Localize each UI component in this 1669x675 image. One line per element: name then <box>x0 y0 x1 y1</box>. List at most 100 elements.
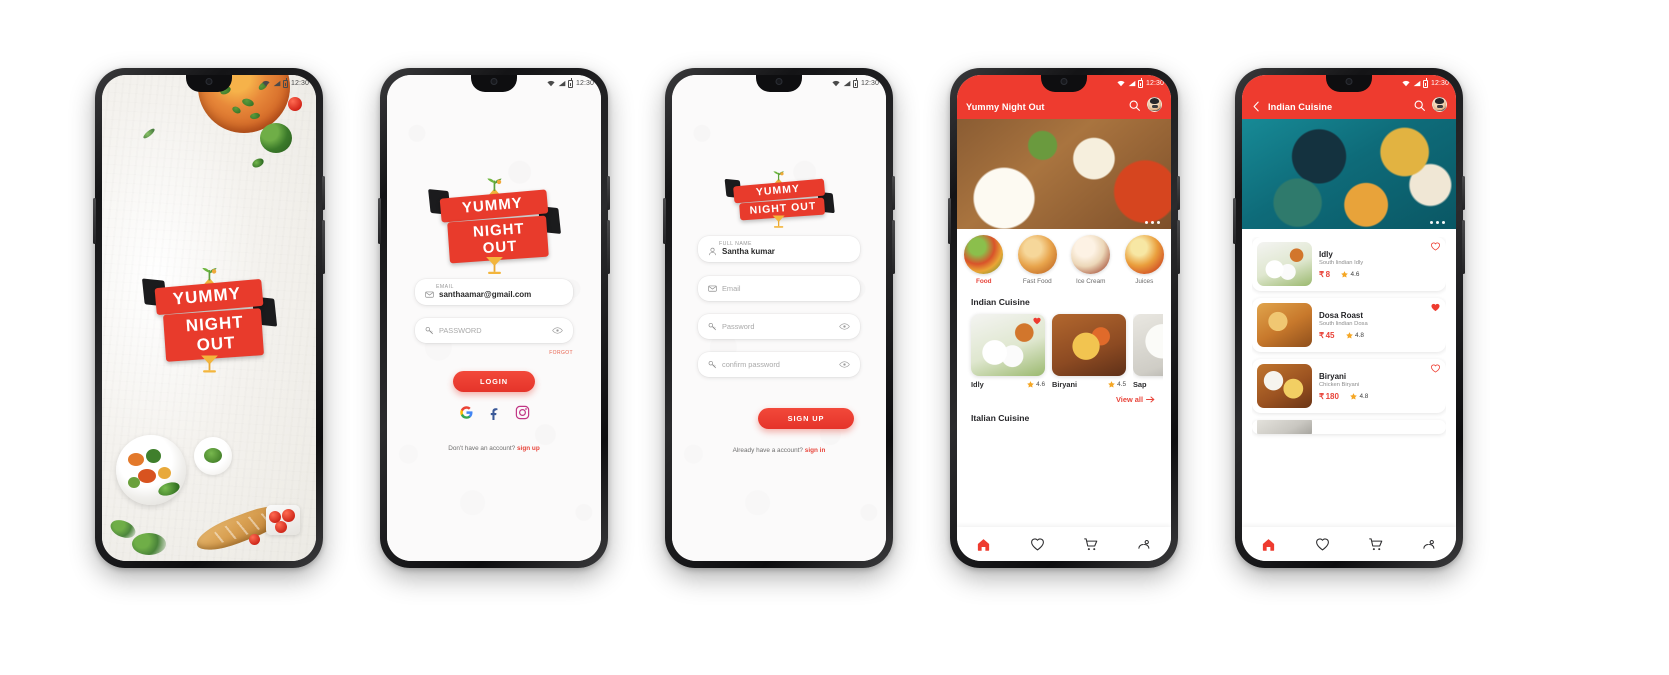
status-time: 12:30 <box>575 80 594 87</box>
carousel-dots[interactable] <box>1144 220 1160 224</box>
signal-icon <box>1413 80 1421 87</box>
wifi-icon <box>1117 80 1126 87</box>
phone-side-button <box>948 198 951 244</box>
indian-cuisine-section: Indian Cuisine Idly 4.6 Biryani 4.5 Sap … <box>971 297 1171 423</box>
status-time: 12:30 <box>1430 80 1449 87</box>
wifi-icon <box>1402 80 1411 87</box>
password-field[interactable]: Password <box>698 314 860 339</box>
food-card-biryani[interactable]: Biryani 4.5 <box>1052 314 1126 389</box>
category-row: Food Fast Food Ice Cream Juices <box>957 229 1171 295</box>
heart-icon[interactable] <box>1431 303 1440 312</box>
phone-mockup-login: 12:30 YUMMY NIGHT OUT EMAIL santhaamar@g… <box>378 68 610 568</box>
page-title: Indian Cuisine <box>1268 102 1333 112</box>
phone-side-button <box>378 198 381 244</box>
forgot-password-link[interactable]: FORGOT <box>549 350 573 356</box>
google-icon[interactable] <box>459 405 474 420</box>
hero-banner[interactable] <box>1242 119 1456 229</box>
list-item[interactable]: Dosa Roast South lindian Dosa ₹ 45 4.8 <box>1252 298 1446 352</box>
cart-icon[interactable] <box>1368 537 1383 552</box>
screenshot-canvas: 12:30 YUMMY NIGHT OUT 12:30 YUMMY NIGHT … <box>0 0 1669 675</box>
avatar[interactable] <box>1147 97 1162 112</box>
phone-mockup-home: Yummy Night Out 12:30 Food Fast Food Ice… <box>948 68 1180 568</box>
profile-icon[interactable] <box>1137 537 1152 552</box>
food-list[interactable]: Idly South lindian Idly ₹ 8 4.6 Dosa Roa… <box>1252 237 1446 527</box>
back-arrow-icon[interactable] <box>1251 101 1262 112</box>
currency-symbol: ₹ <box>1319 330 1325 340</box>
facebook-icon[interactable] <box>487 405 502 420</box>
password-field[interactable]: PASSWORD <box>415 318 573 343</box>
confirm-password-field[interactable]: confirm password <box>698 352 860 377</box>
food-card-idly[interactable]: Idly 4.6 <box>971 314 1045 389</box>
item-rating-value: 4.8 <box>1355 331 1364 339</box>
home-icon[interactable] <box>1261 537 1276 552</box>
email-field[interactable]: Email <box>698 276 860 301</box>
category-ice-cream-image <box>1071 235 1111 274</box>
search-icon[interactable] <box>1413 99 1426 112</box>
heart-icon[interactable] <box>1315 537 1330 552</box>
login-button[interactable]: LOGIN <box>453 371 535 392</box>
view-all-link[interactable]: View all <box>971 395 1171 404</box>
indian-cuisine-cards: Idly 4.6 Biryani 4.5 Sap <box>971 314 1171 389</box>
carousel-dots[interactable] <box>1429 220 1445 224</box>
item-price: ₹ 45 <box>1319 331 1335 340</box>
category-fast-food[interactable]: Fast Food <box>1015 235 1059 285</box>
fullname-field[interactable]: FULL NAME Santha kumar <box>698 236 860 262</box>
list-item[interactable]: Idly South lindian Idly ₹ 8 4.6 <box>1252 237 1446 291</box>
category-juices-label: Juices <box>1135 278 1154 285</box>
item-price-value: 45 <box>1325 330 1335 340</box>
food-card-sap[interactable]: Sap <box>1133 314 1163 389</box>
idly-name: Idly <box>971 380 984 389</box>
mail-icon <box>425 291 434 298</box>
item-description: South lindian Dosa <box>1319 320 1368 327</box>
category-food[interactable]: Food <box>962 235 1006 285</box>
item-price: ₹ 8 <box>1319 270 1330 279</box>
star-icon <box>1350 392 1357 400</box>
signin-link[interactable]: sign in <box>805 447 826 454</box>
search-icon[interactable] <box>1128 99 1141 112</box>
signup-link[interactable]: sign up <box>517 445 540 452</box>
greens-image <box>132 533 166 555</box>
eye-icon[interactable] <box>839 360 850 369</box>
cart-icon[interactable] <box>1083 537 1098 552</box>
signup-button[interactable]: SIGN UP <box>758 408 854 429</box>
front-camera <box>1060 78 1068 85</box>
indian-cuisine-title: Indian Cuisine <box>971 297 1030 307</box>
eye-icon[interactable] <box>552 326 563 335</box>
app-logo: YUMMY NIGHT OUT <box>428 178 562 274</box>
heart-icon[interactable] <box>1431 242 1440 251</box>
notch <box>471 75 517 92</box>
instagram-icon[interactable] <box>515 405 530 420</box>
profile-icon[interactable] <box>1422 537 1437 552</box>
key-icon <box>708 322 717 331</box>
heart-icon[interactable] <box>1033 317 1041 325</box>
cherry-tomato-image <box>249 534 260 545</box>
phone-side-button <box>663 198 666 244</box>
hero-banner[interactable] <box>957 119 1171 229</box>
tomato-image <box>288 97 302 111</box>
biryani-image <box>1257 364 1312 408</box>
app-logo: YUMMY NIGHT OUT <box>724 171 835 228</box>
status-time: 12:30 <box>860 80 879 87</box>
star-icon <box>1027 381 1034 388</box>
signin-prompt-text: Already have a account? <box>732 447 803 454</box>
avatar[interactable] <box>1432 97 1447 112</box>
wifi-icon <box>547 80 556 87</box>
battery-icon <box>283 78 289 88</box>
social-login-row <box>387 405 601 420</box>
list-item[interactable] <box>1252 420 1446 434</box>
heart-icon[interactable] <box>1030 537 1045 552</box>
list-item[interactable]: Biryani Chicken Biryani ₹ 180 4.8 <box>1252 359 1446 413</box>
home-icon[interactable] <box>976 537 991 552</box>
category-ice-cream[interactable]: Ice Cream <box>1069 235 1113 285</box>
heart-icon[interactable] <box>1431 364 1440 373</box>
eye-icon[interactable] <box>839 322 850 331</box>
category-juices[interactable]: Juices <box>1122 235 1166 285</box>
item-price-value: 8 <box>1325 269 1331 279</box>
item-name: Dosa Roast <box>1319 310 1364 320</box>
item-description: Chicken Biryani <box>1319 381 1360 388</box>
status-bar: 12:30 <box>1402 75 1456 92</box>
cherry-tomato-box-image <box>266 505 300 535</box>
email-field[interactable]: EMAIL santhaamar@gmail.com <box>415 279 573 305</box>
signup-prompt: Don't have an account? sign up <box>387 445 601 452</box>
signal-icon <box>558 80 566 87</box>
